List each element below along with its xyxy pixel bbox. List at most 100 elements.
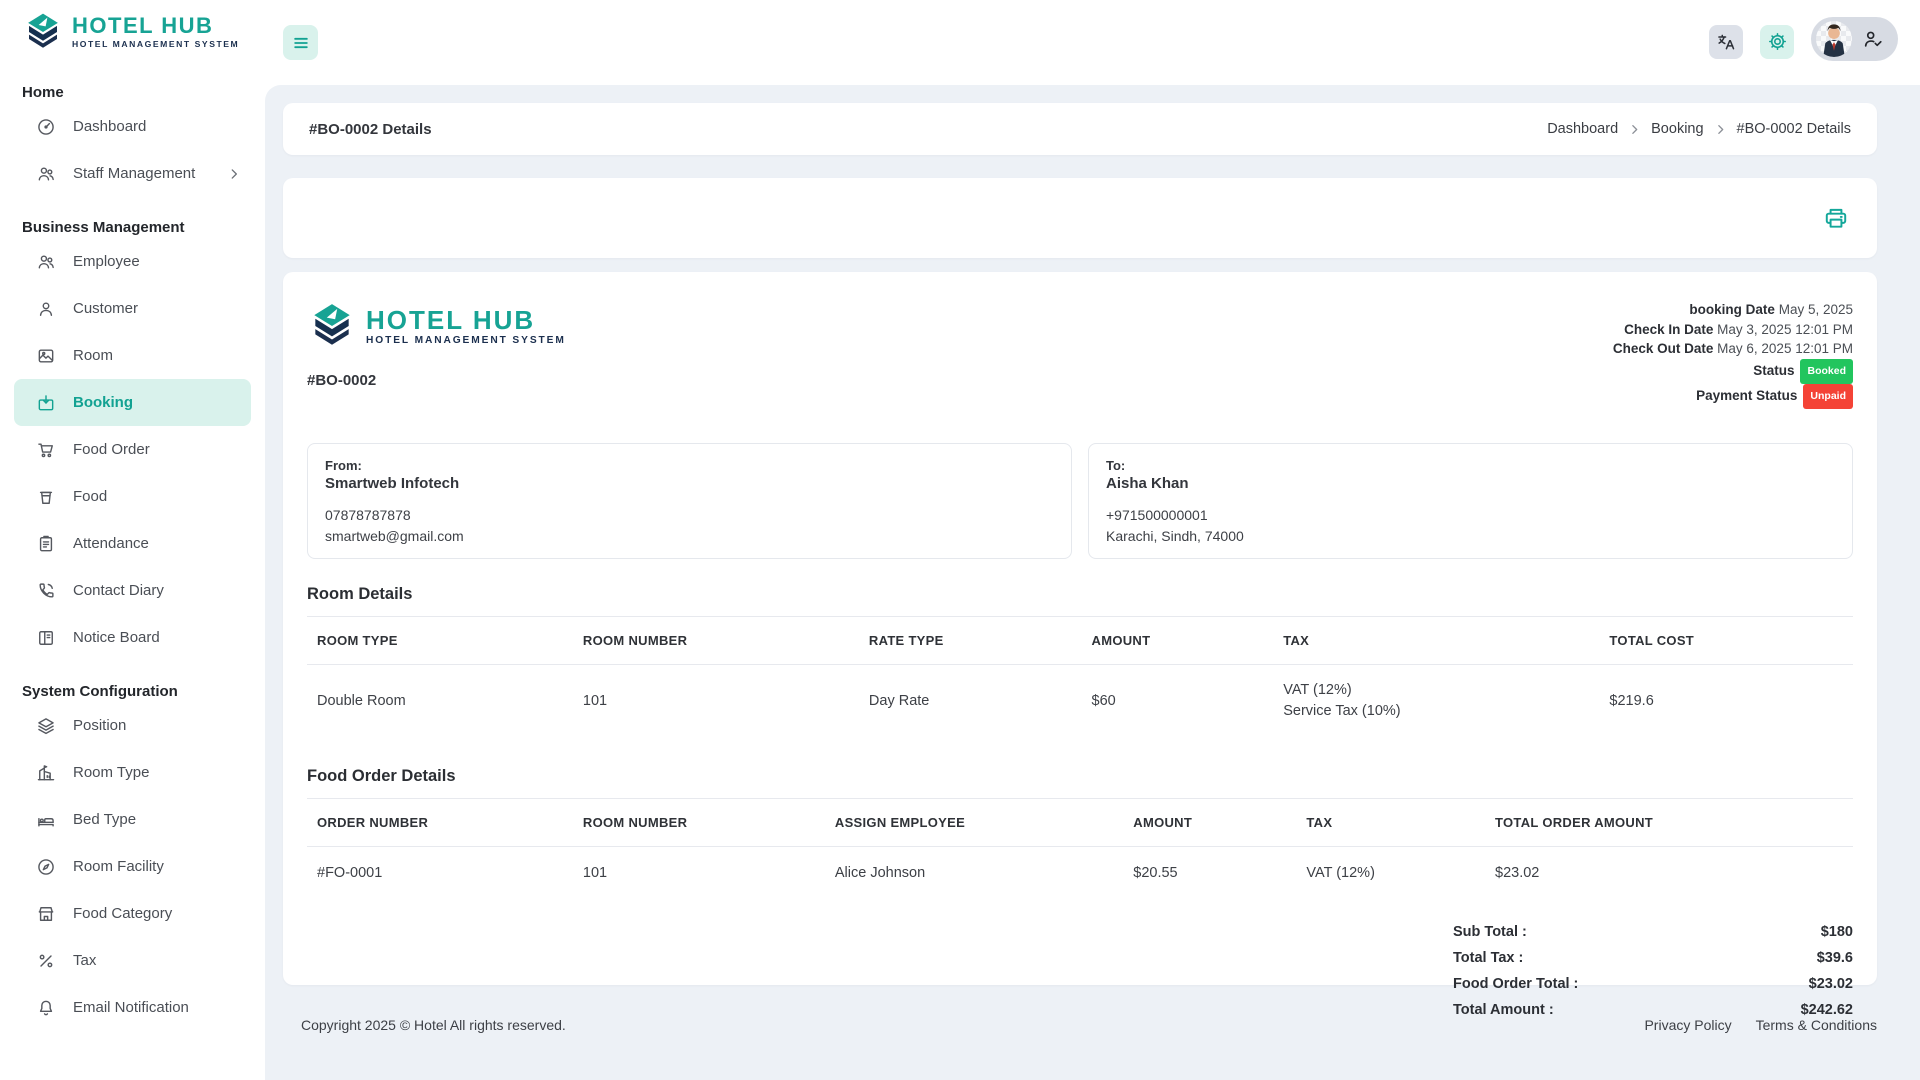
- sidebar-item-notice-board[interactable]: Notice Board: [14, 614, 251, 661]
- column-header: ORDER NUMBER: [307, 799, 573, 846]
- sidebar-item-customer[interactable]: Customer: [14, 285, 251, 332]
- sidebar-item-food-order[interactable]: Food Order: [14, 426, 251, 473]
- sidebar-item-label: Room: [73, 347, 113, 364]
- meta-value: May 6, 2025 12:01 PM: [1717, 341, 1853, 356]
- total-value: $23.02: [1809, 971, 1853, 997]
- food-order-details-title: Food Order Details: [307, 767, 1853, 799]
- subtotal-row: Sub Total : $180: [1453, 919, 1853, 945]
- print-button[interactable]: [1823, 205, 1849, 231]
- page-title: #BO-0002 Details: [309, 121, 432, 138]
- sidebar-item-label: Room Type: [73, 764, 149, 781]
- meta-label: booking Date: [1689, 302, 1775, 317]
- column-header: RATE TYPE: [859, 617, 1082, 664]
- breadcrumb-dashboard[interactable]: Dashboard: [1547, 121, 1618, 137]
- nav-section-home: Home: [22, 84, 243, 101]
- hotel-hub-logo-icon: [307, 300, 357, 352]
- total-label: Sub Total :: [1453, 919, 1527, 945]
- sidebar-item-food-category[interactable]: Food Category: [14, 890, 251, 937]
- avatar[interactable]: [1816, 21, 1852, 57]
- booking-date-row: booking Date May 5, 2025: [1613, 300, 1853, 320]
- sidebar-item-booking[interactable]: Booking: [14, 379, 251, 426]
- room-table-header: ROOM TYPE ROOM NUMBER RATE TYPE AMOUNT T…: [307, 617, 1853, 665]
- language-button[interactable]: [1709, 25, 1743, 59]
- sidebar-item-dashboard[interactable]: Dashboard: [14, 103, 251, 150]
- food-table-row: #FO-0001 101 Alice Johnson $20.55 VAT (1…: [307, 847, 1853, 899]
- menu-toggle-button[interactable]: [283, 25, 318, 60]
- sidebar-item-staff-management[interactable]: Staff Management: [14, 150, 251, 197]
- cell-tax: VAT (12%) Service Tax (10%): [1273, 665, 1599, 737]
- sidebar-item-room-facility[interactable]: Room Facility: [14, 843, 251, 890]
- sidebar-item-food[interactable]: Food: [14, 473, 251, 520]
- logo-title: HOTEL HUB: [72, 15, 239, 37]
- status-badge: Booked: [1800, 359, 1853, 384]
- column-header: TAX: [1296, 799, 1485, 846]
- status-row: StatusBooked: [1613, 359, 1853, 384]
- sidebar-nav: Home Dashboard Staff Management Business…: [0, 54, 265, 1031]
- to-name: Aisha Khan: [1106, 475, 1835, 492]
- cell-order-number: #FO-0001: [307, 847, 573, 899]
- sidebar-item-label: Contact Diary: [73, 582, 164, 599]
- total-value: $39.6: [1817, 945, 1853, 971]
- check-out-row: Check Out Date May 6, 2025 12:01 PM: [1613, 339, 1853, 359]
- food-order-total-row: Food Order Total : $23.02: [1453, 971, 1853, 997]
- app-logo[interactable]: HOTEL HUB HOTEL MANAGEMENT SYSTEM: [0, 0, 265, 54]
- sidebar-item-bed-type[interactable]: Bed Type: [14, 796, 251, 843]
- sidebar-item-position[interactable]: Position: [14, 702, 251, 749]
- meta-label: Check Out Date: [1613, 341, 1714, 356]
- sidebar-item-contact-diary[interactable]: Contact Diary: [14, 567, 251, 614]
- sidebar-item-tax[interactable]: Tax: [14, 937, 251, 984]
- total-label: Total Amount :: [1453, 997, 1554, 1023]
- sidebar-item-email-notification[interactable]: Email Notification: [14, 984, 251, 1031]
- bell-icon: [36, 998, 56, 1018]
- payment-status-row: Payment StatusUnpaid: [1613, 384, 1853, 409]
- booking-invoice-card: HOTEL HUB HOTEL MANAGEMENT SYSTEM #BO-00…: [283, 272, 1877, 985]
- privacy-policy-link[interactable]: Privacy Policy: [1644, 1017, 1731, 1033]
- check-in-row: Check In Date May 3, 2025 12:01 PM: [1613, 320, 1853, 340]
- gear-icon: [1767, 31, 1788, 52]
- sidebar-item-label: Position: [73, 717, 126, 734]
- sidebar-item-employee[interactable]: Employee: [14, 238, 251, 285]
- sidebar-item-label: Customer: [73, 300, 138, 317]
- logo-tagline: HOTEL MANAGEMENT SYSTEM: [72, 39, 239, 49]
- settings-button[interactable]: [1760, 25, 1794, 59]
- user-menu[interactable]: [1811, 17, 1898, 61]
- terms-conditions-link[interactable]: Terms & Conditions: [1756, 1017, 1877, 1033]
- meta-label: Check In Date: [1624, 322, 1713, 337]
- page-header-card: #BO-0002 Details Dashboard Booking #BO-0…: [283, 103, 1877, 155]
- sidebar-item-label: Food Order: [73, 441, 150, 458]
- footer: Copyright 2025 © Hotel All rights reserv…: [283, 1017, 1877, 1033]
- sidebar-item-attendance[interactable]: Attendance: [14, 520, 251, 567]
- column-header: AMOUNT: [1123, 799, 1296, 846]
- toolbar-card: [283, 178, 1877, 258]
- translate-icon: [1716, 32, 1736, 52]
- phone-icon: [36, 581, 56, 601]
- cell-amount: $60: [1082, 671, 1274, 731]
- sidebar-item-room[interactable]: Room: [14, 332, 251, 379]
- column-header: ROOM TYPE: [307, 617, 573, 664]
- copyright-text: Copyright 2025 © Hotel All rights reserv…: [301, 1017, 566, 1033]
- from-email: smartweb@gmail.com: [325, 528, 1054, 544]
- meta-value: May 5, 2025: [1779, 302, 1853, 317]
- sidebar-item-label: Dashboard: [73, 118, 146, 135]
- breadcrumb-booking[interactable]: Booking: [1651, 121, 1703, 137]
- total-label: Food Order Total :: [1453, 971, 1578, 997]
- invoice-meta: booking Date May 5, 2025 Check In Date M…: [1613, 300, 1853, 409]
- to-card: To: Aisha Khan +971500000001 Karachi, Si…: [1088, 443, 1853, 559]
- image-icon: [36, 346, 56, 366]
- sidebar-item-label: Bed Type: [73, 811, 136, 828]
- room-details-title: Room Details: [307, 585, 1853, 617]
- total-value: $180: [1821, 919, 1853, 945]
- sidebar-item-label: Staff Management: [73, 165, 195, 182]
- footer-links: Privacy Policy Terms & Conditions: [1644, 1017, 1877, 1033]
- from-card: From: Smartweb Infotech 07878787878 smar…: [307, 443, 1072, 559]
- from-label: From:: [325, 458, 1054, 473]
- sidebar-item-label: Booking: [73, 394, 133, 411]
- cell-total-order-amount: $23.02: [1485, 847, 1853, 899]
- person-icon: [36, 299, 56, 319]
- sidebar-item-room-type[interactable]: Room Type: [14, 749, 251, 796]
- cell-rate-type: Day Rate: [859, 671, 1082, 731]
- cell-total-cost: $219.6: [1599, 671, 1853, 731]
- sidebar: HOTEL HUB HOTEL MANAGEMENT SYSTEM Home D…: [0, 0, 265, 1080]
- totals-block: Sub Total : $180 Total Tax : $39.6 Food …: [1453, 919, 1853, 1023]
- people-icon: [36, 164, 56, 184]
